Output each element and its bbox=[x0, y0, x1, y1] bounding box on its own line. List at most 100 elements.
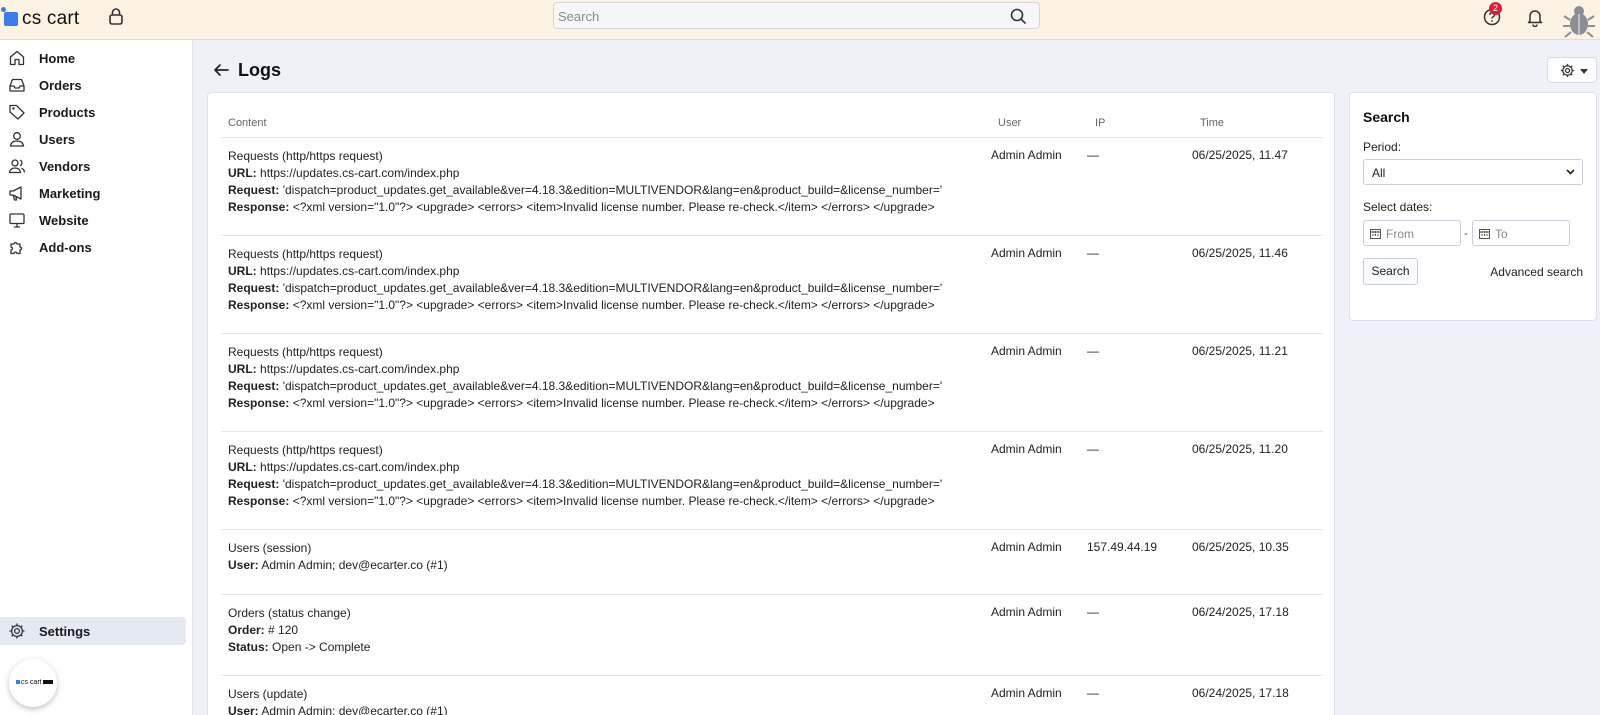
column-header-ip[interactable]: IP bbox=[1095, 117, 1105, 129]
search-icon[interactable] bbox=[1010, 8, 1027, 25]
sidebar: Home Orders Products Users Vendors Marke… bbox=[0, 40, 193, 715]
sidebar-item-label: Home bbox=[39, 51, 76, 66]
bell-icon[interactable] bbox=[1526, 7, 1544, 27]
log-field: URL: https://updates.cs-cart.com/index.p… bbox=[228, 459, 942, 476]
sidebar-item-users[interactable]: Users bbox=[0, 126, 193, 153]
column-header-time[interactable]: Time bbox=[1200, 117, 1224, 129]
log-field-value: Admin Admin; dev@ecarter.co (#1) bbox=[261, 558, 448, 572]
lock-icon[interactable] bbox=[107, 7, 125, 25]
log-content: Requests (http/https request) URL: https:… bbox=[228, 344, 942, 412]
sidebar-item-label: Products bbox=[39, 105, 96, 120]
cs-cart-logo[interactable]: cs cart bbox=[1, 6, 79, 32]
log-field-key: Request: bbox=[228, 379, 280, 393]
log-ip: — bbox=[1087, 686, 1099, 700]
log-user: Admin Admin bbox=[991, 148, 1062, 162]
log-field-value: 'dispatch=product_updates.get_available&… bbox=[282, 281, 943, 295]
gear-icon bbox=[1560, 63, 1575, 78]
sidebar-item-add-ons[interactable]: Add-ons bbox=[0, 234, 193, 261]
log-title: Requests (http/https request) bbox=[228, 345, 383, 359]
log-time: 06/25/2025, 11.47 bbox=[1192, 148, 1288, 162]
log-user: Admin Admin bbox=[991, 540, 1062, 554]
log-field: Request: 'dispatch=product_updates.get_a… bbox=[228, 378, 942, 395]
log-field-key: Response: bbox=[228, 494, 290, 508]
log-field-key: Response: bbox=[228, 396, 290, 410]
logs-table-card: Content User IP Time Requests (http/http… bbox=[207, 92, 1335, 715]
sidebar-item-label: Marketing bbox=[39, 186, 101, 201]
settings-dropdown-button[interactable] bbox=[1547, 57, 1597, 83]
date-from-placeholder: From bbox=[1386, 227, 1414, 241]
date-from-input[interactable]: From bbox=[1363, 220, 1461, 246]
sidebar-item-label: Website bbox=[39, 213, 89, 228]
sidebar-item-website[interactable]: Website bbox=[0, 207, 193, 234]
avatar[interactable] bbox=[1562, 2, 1596, 40]
log-content: Users (update) User: Admin Admin; dev@eca… bbox=[228, 686, 448, 715]
sidebar-item-products[interactable]: Products bbox=[0, 99, 193, 126]
table-row[interactable]: Users (session) User: Admin Admin; dev@ec… bbox=[221, 530, 1323, 595]
sidebar-item-settings[interactable]: Settings bbox=[0, 617, 186, 645]
period-select[interactable]: All bbox=[1363, 159, 1583, 185]
log-field-key: URL: bbox=[228, 166, 257, 180]
home-icon bbox=[9, 50, 25, 66]
floating-launcher-button[interactable]: cs cart bbox=[9, 659, 57, 707]
sidebar-item-orders[interactable]: Orders bbox=[0, 72, 193, 99]
back-arrow-icon[interactable] bbox=[212, 61, 230, 79]
log-ip: — bbox=[1087, 442, 1099, 456]
log-title: Requests (http/https request) bbox=[228, 443, 383, 457]
log-field: URL: https://updates.cs-cart.com/index.p… bbox=[228, 165, 942, 182]
table-row[interactable]: Requests (http/https request) URL: https:… bbox=[221, 236, 1323, 334]
caret-down-icon bbox=[1580, 69, 1588, 74]
log-field-key: User: bbox=[228, 704, 259, 715]
notification-count-badge: 2 bbox=[1489, 2, 1502, 15]
sidebar-item-vendors[interactable]: Vendors bbox=[0, 153, 193, 180]
log-ip: — bbox=[1087, 246, 1099, 260]
table-row[interactable]: Users (update) User: Admin Admin; dev@eca… bbox=[221, 676, 1323, 715]
page-title: Logs bbox=[238, 60, 281, 80]
logo-mark-icon bbox=[1, 7, 18, 26]
advanced-search-link[interactable]: Advanced search bbox=[1490, 265, 1583, 279]
log-content: Orders (status change) Order: # 120 Status… bbox=[228, 605, 370, 656]
log-user: Admin Admin bbox=[991, 442, 1062, 456]
date-to-input[interactable]: To bbox=[1472, 220, 1570, 246]
log-ip: — bbox=[1087, 148, 1099, 162]
log-ip: 157.49.44.19 bbox=[1087, 540, 1158, 554]
sidebar-item-label: Add-ons bbox=[39, 240, 92, 255]
log-user: Admin Admin bbox=[991, 605, 1062, 619]
log-field-value: <?xml version="1.0"?> <upgrade> <errors>… bbox=[292, 298, 935, 312]
log-field-key: URL: bbox=[228, 264, 257, 278]
log-field-key: URL: bbox=[228, 460, 257, 474]
column-header-content[interactable]: Content bbox=[228, 117, 267, 129]
sidebar-item-home[interactable]: Home bbox=[0, 45, 193, 72]
calendar-icon bbox=[1479, 229, 1490, 239]
log-field-key: Request: bbox=[228, 477, 280, 491]
log-field: Request: 'dispatch=product_updates.get_a… bbox=[228, 476, 942, 493]
table-row[interactable]: Requests (http/https request) URL: https:… bbox=[221, 432, 1323, 530]
log-field: Response: <?xml version="1.0"?> <upgrade… bbox=[228, 395, 942, 412]
monitor-icon bbox=[9, 213, 25, 228]
search-input[interactable] bbox=[558, 6, 998, 26]
puzzle-icon bbox=[10, 241, 23, 255]
search-panel: Search Period: All Select dates: From - … bbox=[1349, 92, 1597, 321]
log-field: Request: 'dispatch=product_updates.get_a… bbox=[228, 182, 942, 199]
log-time: 06/25/2025, 11.21 bbox=[1192, 344, 1288, 358]
chevron-down-icon bbox=[1566, 169, 1575, 175]
log-field: Status: Open -> Complete bbox=[228, 639, 370, 656]
log-time: 06/25/2025, 11.46 bbox=[1192, 246, 1288, 260]
date-range-dash: - bbox=[1464, 228, 1468, 240]
log-title: Users (update) bbox=[228, 687, 308, 701]
tag-icon bbox=[9, 104, 25, 120]
log-field-value: Open -> Complete bbox=[272, 640, 371, 654]
column-header-user[interactable]: User bbox=[998, 117, 1021, 129]
log-title: Requests (http/https request) bbox=[228, 247, 383, 261]
table-row[interactable]: Requests (http/https request) URL: https:… bbox=[221, 138, 1323, 236]
user-icon bbox=[9, 132, 25, 147]
log-field: Response: <?xml version="1.0"?> <upgrade… bbox=[228, 297, 942, 314]
table-row[interactable]: Requests (http/https request) URL: https:… bbox=[221, 334, 1323, 432]
search-button[interactable]: Search bbox=[1363, 258, 1418, 285]
log-field-key: Request: bbox=[228, 281, 280, 295]
table-row[interactable]: Orders (status change) Order: # 120 Status… bbox=[221, 595, 1323, 676]
log-time: 06/25/2025, 10.35 bbox=[1192, 540, 1289, 554]
log-content: Users (session) User: Admin Admin; dev@ec… bbox=[228, 540, 448, 574]
global-search[interactable] bbox=[553, 2, 1040, 29]
sidebar-item-marketing[interactable]: Marketing bbox=[0, 180, 193, 207]
calendar-icon bbox=[1370, 229, 1381, 239]
